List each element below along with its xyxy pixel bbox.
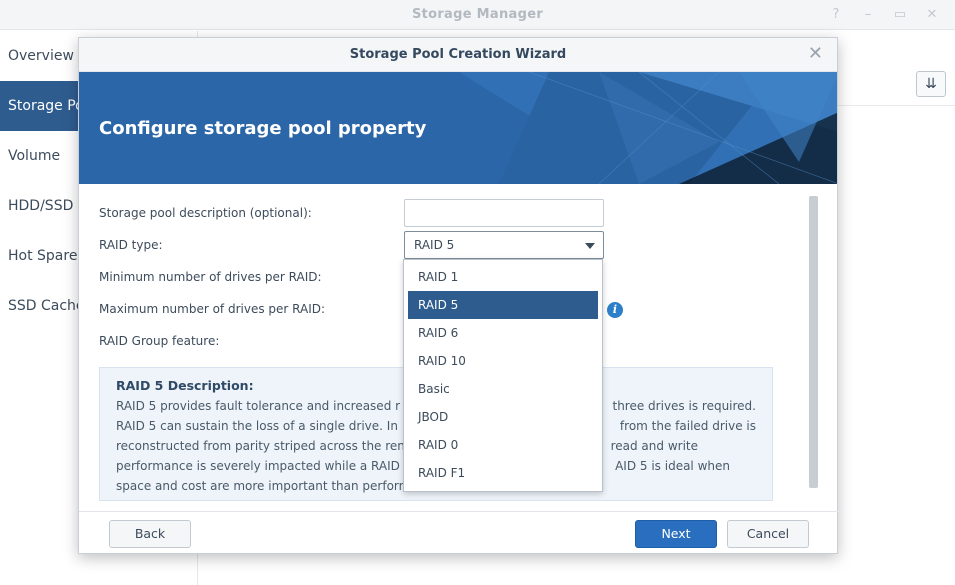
description-input[interactable] [404, 199, 604, 227]
description-label: Storage pool description (optional): [99, 206, 312, 220]
raid-option-raid-6[interactable]: RAID 6 [408, 319, 598, 347]
wizard-footer: Back Next Cancel [79, 511, 839, 555]
sort-icon[interactable]: ⇊ [916, 71, 946, 97]
raid-option-raid-10[interactable]: RAID 10 [408, 347, 598, 375]
raid-type-label: RAID type: [99, 238, 163, 252]
wizard-close-icon[interactable]: ✕ [808, 44, 823, 64]
close-icon[interactable]: ✕ [923, 6, 941, 24]
raid-option-raid-5[interactable]: RAID 5 [408, 291, 598, 319]
wizard-titlebar: Storage Pool Creation Wizard ✕ [79, 38, 837, 72]
minimize-icon[interactable]: – [859, 6, 877, 24]
maximize-icon[interactable]: ▭ [891, 6, 909, 24]
app-titlebar: Storage Manager ? – ▭ ✕ [0, 0, 955, 30]
cancel-button[interactable]: Cancel [727, 520, 809, 548]
wizard-banner: Configure storage pool property [79, 72, 837, 184]
raid-option-raid-1[interactable]: RAID 1 [408, 263, 598, 291]
raid-option-raid-f1[interactable]: RAID F1 [408, 459, 598, 487]
raid-type-value: RAID 5 [414, 238, 455, 252]
raid-group-label: RAID Group feature: [99, 334, 220, 348]
help-icon[interactable]: ? [827, 6, 845, 24]
back-button[interactable]: Back [109, 520, 191, 548]
wizard-title: Storage Pool Creation Wizard [349, 47, 567, 62]
info-icon[interactable]: i [607, 302, 623, 318]
min-drives-label: Minimum number of drives per RAID: [99, 270, 322, 284]
window-controls: ? – ▭ ✕ [827, 6, 941, 24]
raid-type-select[interactable]: RAID 5 [404, 231, 604, 259]
raid-option-basic[interactable]: Basic [408, 375, 598, 403]
next-button[interactable]: Next [635, 520, 717, 548]
raid-type-dropdown-list: RAID 1 RAID 5 RAID 6 RAID 10 Basic JBOD … [403, 259, 603, 492]
wizard-scrollbar[interactable] [809, 196, 818, 488]
banner-title: Configure storage pool property [99, 118, 427, 139]
chevron-down-icon [585, 243, 595, 249]
app-title: Storage Manager [411, 7, 544, 22]
raid-option-raid-0[interactable]: RAID 0 [408, 431, 598, 459]
raid-option-jbod[interactable]: JBOD [408, 403, 598, 431]
max-drives-label: Maximum number of drives per RAID: [99, 302, 326, 316]
